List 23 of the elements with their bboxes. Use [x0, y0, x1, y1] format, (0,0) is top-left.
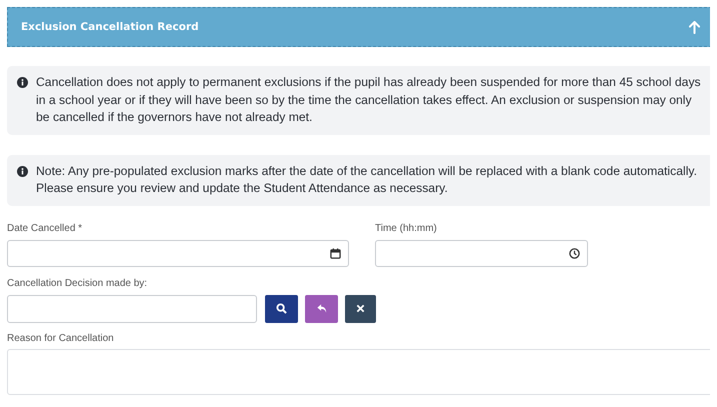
- info-icon: [17, 77, 28, 88]
- undo-button[interactable]: [305, 294, 338, 322]
- field-label: Time (hh:mm): [375, 222, 438, 234]
- field-label: Date Cancelled *: [7, 222, 84, 234]
- arrow-up-icon[interactable]: [689, 20, 700, 34]
- search-button[interactable]: [265, 294, 298, 322]
- search-icon: [276, 303, 287, 314]
- clear-button[interactable]: [345, 294, 376, 322]
- close-icon: [356, 304, 365, 313]
- decision-field[interactable]: [7, 294, 257, 322]
- field-label: Reason for Cancellation: [7, 332, 115, 344]
- reason-field[interactable]: [7, 348, 710, 394]
- time-field[interactable]: [375, 240, 588, 266]
- reply-arrow-icon: [316, 303, 328, 314]
- info-icon: [17, 166, 28, 176]
- date-field[interactable]: [7, 240, 349, 266]
- calendar-icon[interactable]: [330, 248, 341, 258]
- panel-header[interactable]: Exclusion Cancellation Record: [7, 7, 710, 47]
- field-label: Cancellation Decision made by:: [7, 278, 148, 288]
- notice-text: Note: Any pre-populated exclusion marks after the date of the cancellation will be replaced with a blank code automatically. Please ensure you review and update the Student Attendance as necessary.: [36, 162, 698, 197]
- notice-text: Cancellation does not apply to permanent exclusions if the pupil has already been suspended for more than 45 school days in a school year or if they will have been so by the time the cancellation takes effect. An exclusion or suspension may only be cancelled if the governors have not already met.: [36, 74, 702, 126]
- panel-title: Exclusion Cancellation Record: [21, 21, 199, 33]
- clock-icon[interactable]: [569, 248, 580, 258]
